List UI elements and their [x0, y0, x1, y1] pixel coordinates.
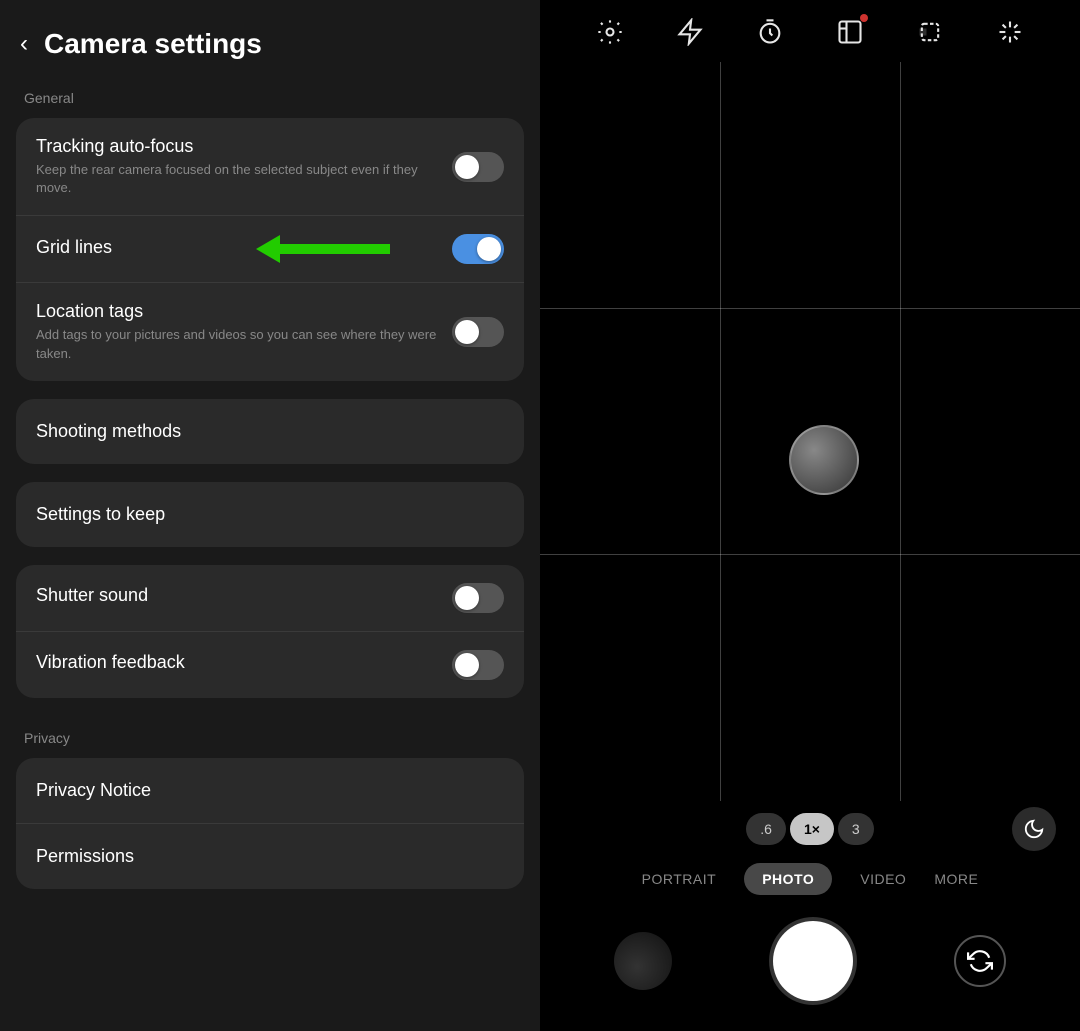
location-tags-item[interactable]: Location tags Add tags to your pictures …: [16, 283, 524, 380]
permissions-title: Permissions: [36, 846, 134, 867]
settings-to-keep-title: Settings to keep: [36, 504, 165, 525]
shutter-sound-text: Shutter sound: [36, 585, 440, 610]
settings-header: ‹ Camera settings: [0, 0, 540, 80]
night-mode-button[interactable]: [1012, 807, 1056, 851]
crop-icon[interactable]: [916, 18, 944, 52]
location-tags-title: Location tags: [36, 301, 440, 322]
location-tags-text: Location tags Add tags to your pictures …: [36, 301, 440, 362]
flash-icon[interactable]: [676, 18, 704, 52]
sparkle-icon[interactable]: [996, 18, 1024, 52]
shutter-button[interactable]: [773, 921, 853, 1001]
ratio-icon[interactable]: [836, 18, 864, 52]
mode-photo[interactable]: PHOTO: [744, 863, 832, 895]
gallery-thumbnail[interactable]: [614, 932, 672, 990]
privacy-section-label: Privacy: [0, 720, 540, 754]
mode-video[interactable]: VIDEO: [860, 871, 906, 887]
timer-icon[interactable]: [756, 18, 784, 52]
camera-viewfinder: [540, 62, 1080, 801]
camera-panel: .6 1× 3 PORTRAIT PHOTO VIDEO MORE: [540, 0, 1080, 1031]
page-title: Camera settings: [44, 28, 262, 60]
tracking-autofocus-text: Tracking auto-focus Keep the rear camera…: [36, 136, 440, 197]
grid-v1: [720, 62, 721, 801]
settings-to-keep-item[interactable]: Settings to keep: [16, 482, 524, 547]
camera-bottom-controls: [540, 905, 1080, 1031]
general-section-label: General: [0, 80, 540, 114]
focus-circle: [789, 425, 859, 495]
location-tags-subtitle: Add tags to your pictures and videos so …: [36, 326, 440, 362]
mode-portrait[interactable]: PORTRAIT: [642, 871, 717, 887]
zoom-controls: .6 1× 3: [540, 801, 1080, 853]
general-settings-card: Tracking auto-focus Keep the rear camera…: [16, 118, 524, 381]
shutter-sound-title: Shutter sound: [36, 585, 440, 606]
tracking-autofocus-item[interactable]: Tracking auto-focus Keep the rear camera…: [16, 118, 524, 216]
vibration-feedback-toggle[interactable]: [452, 650, 504, 680]
privacy-notice-item[interactable]: Privacy Notice: [16, 758, 524, 824]
location-tags-toggle[interactable]: [452, 317, 504, 347]
audio-haptic-card: Shutter sound Vibration feedback: [16, 565, 524, 698]
privacy-notice-title: Privacy Notice: [36, 780, 151, 801]
vibration-feedback-item[interactable]: Vibration feedback: [16, 632, 524, 698]
grid-lines-item[interactable]: Grid lines: [16, 216, 524, 283]
settings-icon[interactable]: [596, 18, 624, 52]
grid-h2: [540, 554, 1080, 555]
settings-to-keep-card: Settings to keep: [16, 482, 524, 547]
ratio-notification-dot: [860, 14, 868, 22]
camera-toolbar: [540, 0, 1080, 62]
tracking-autofocus-subtitle: Keep the rear camera focused on the sele…: [36, 161, 440, 197]
shooting-methods-card: Shooting methods: [16, 399, 524, 464]
permissions-item[interactable]: Permissions: [16, 824, 524, 889]
flip-camera-button[interactable]: [954, 935, 1006, 987]
tracking-autofocus-toggle[interactable]: [452, 152, 504, 182]
zoom-3x[interactable]: 3: [838, 813, 874, 845]
grid-lines-toggle[interactable]: [452, 234, 504, 264]
shutter-sound-toggle[interactable]: [452, 583, 504, 613]
settings-panel: ‹ Camera settings General Tracking auto-…: [0, 0, 540, 1031]
vibration-feedback-title: Vibration feedback: [36, 652, 440, 673]
tracking-autofocus-title: Tracking auto-focus: [36, 136, 440, 157]
shooting-methods-item[interactable]: Shooting methods: [16, 399, 524, 464]
back-button[interactable]: ‹: [20, 30, 28, 58]
mode-more[interactable]: MORE: [934, 871, 978, 887]
vibration-feedback-text: Vibration feedback: [36, 652, 440, 677]
privacy-card: Privacy Notice Permissions: [16, 758, 524, 889]
shutter-sound-item[interactable]: Shutter sound: [16, 565, 524, 632]
grid-h1: [540, 308, 1080, 309]
zoom-06[interactable]: .6: [746, 813, 786, 845]
grid-v2: [900, 62, 901, 801]
zoom-1x[interactable]: 1×: [790, 813, 834, 845]
grid-lines-arrow: [256, 235, 390, 263]
shooting-methods-title: Shooting methods: [36, 421, 181, 442]
camera-mode-row: PORTRAIT PHOTO VIDEO MORE: [540, 853, 1080, 905]
